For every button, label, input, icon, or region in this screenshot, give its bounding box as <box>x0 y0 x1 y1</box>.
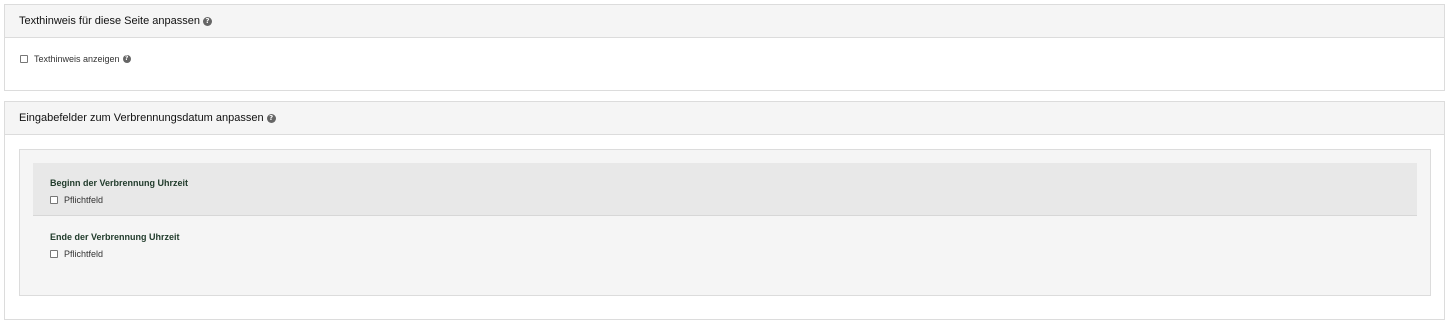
required-row: Pflichtfeld <box>50 249 103 259</box>
question-circle-icon[interactable]: ? <box>122 55 131 63</box>
date-fields-panel-title: Eingabefelder zum Verbrennungsdatum anpa… <box>19 112 264 124</box>
text-hint-panel-header: Texthinweis für diese Seite anpassen ? <box>5 5 1444 38</box>
field-item-start-time[interactable]: Beginn der Verbrennung Uhrzeit Pflichtfe… <box>33 163 1417 216</box>
show-text-hint-checkbox[interactable] <box>20 55 28 63</box>
required-row: Pflichtfeld <box>50 195 103 205</box>
field-title: Ende der Verbrennung Uhrzeit <box>50 232 180 242</box>
question-circle-icon[interactable]: ? <box>266 113 276 123</box>
question-circle-icon[interactable]: ? <box>203 16 212 26</box>
date-fields-panel: Eingabefelder zum Verbrennungsdatum anpa… <box>4 101 1445 320</box>
required-label[interactable]: Pflichtfeld <box>64 195 103 205</box>
show-text-hint-row: Texthinweis anzeigen ? <box>20 54 131 64</box>
required-label[interactable]: Pflichtfeld <box>64 249 103 259</box>
date-fields-panel-header: Eingabefelder zum Verbrennungsdatum anpa… <box>5 102 1444 135</box>
show-text-hint-label[interactable]: Texthinweis anzeigen <box>34 54 120 64</box>
field-item-end-time[interactable]: Ende der Verbrennung Uhrzeit Pflichtfeld <box>33 217 1417 270</box>
field-title: Beginn der Verbrennung Uhrzeit <box>50 178 189 188</box>
required-checkbox[interactable] <box>50 196 58 204</box>
text-hint-panel-title: Texthinweis für diese Seite anpassen <box>19 15 200 27</box>
text-hint-panel: Texthinweis für diese Seite anpassen ? T… <box>4 4 1445 91</box>
date-fields-list: Beginn der Verbrennung Uhrzeit Pflichtfe… <box>19 149 1431 296</box>
required-checkbox[interactable] <box>50 250 58 258</box>
